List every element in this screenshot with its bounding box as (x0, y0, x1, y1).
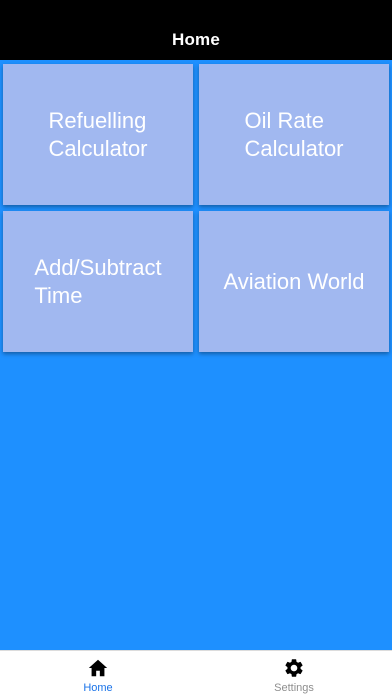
tile-label: Aviation World (223, 268, 365, 294)
tab-settings[interactable]: Settings (196, 651, 392, 697)
tab-home[interactable]: Home (0, 651, 196, 697)
page-title: Home (171, 30, 221, 49)
home-icon (88, 659, 108, 677)
add-subtract-time-tile[interactable]: Add/Subtract Time (3, 211, 193, 352)
tile-label: Refuelling Calculator (48, 107, 148, 161)
header-bar: Home (0, 0, 392, 60)
gear-icon (285, 659, 303, 677)
tab-label: Home (83, 682, 113, 694)
aviation-world-tile[interactable]: Aviation World (199, 211, 389, 352)
refuelling-calculator-tile[interactable]: Refuelling Calculator (3, 64, 193, 205)
tile-label: Add/Subtract Time (34, 254, 162, 308)
tab-label: Settings (274, 682, 314, 694)
tile-label: Oil Rate Calculator (244, 107, 344, 161)
oil-rate-calculator-tile[interactable]: Oil Rate Calculator (199, 64, 389, 205)
tab-bar: Home Settings (0, 650, 392, 697)
